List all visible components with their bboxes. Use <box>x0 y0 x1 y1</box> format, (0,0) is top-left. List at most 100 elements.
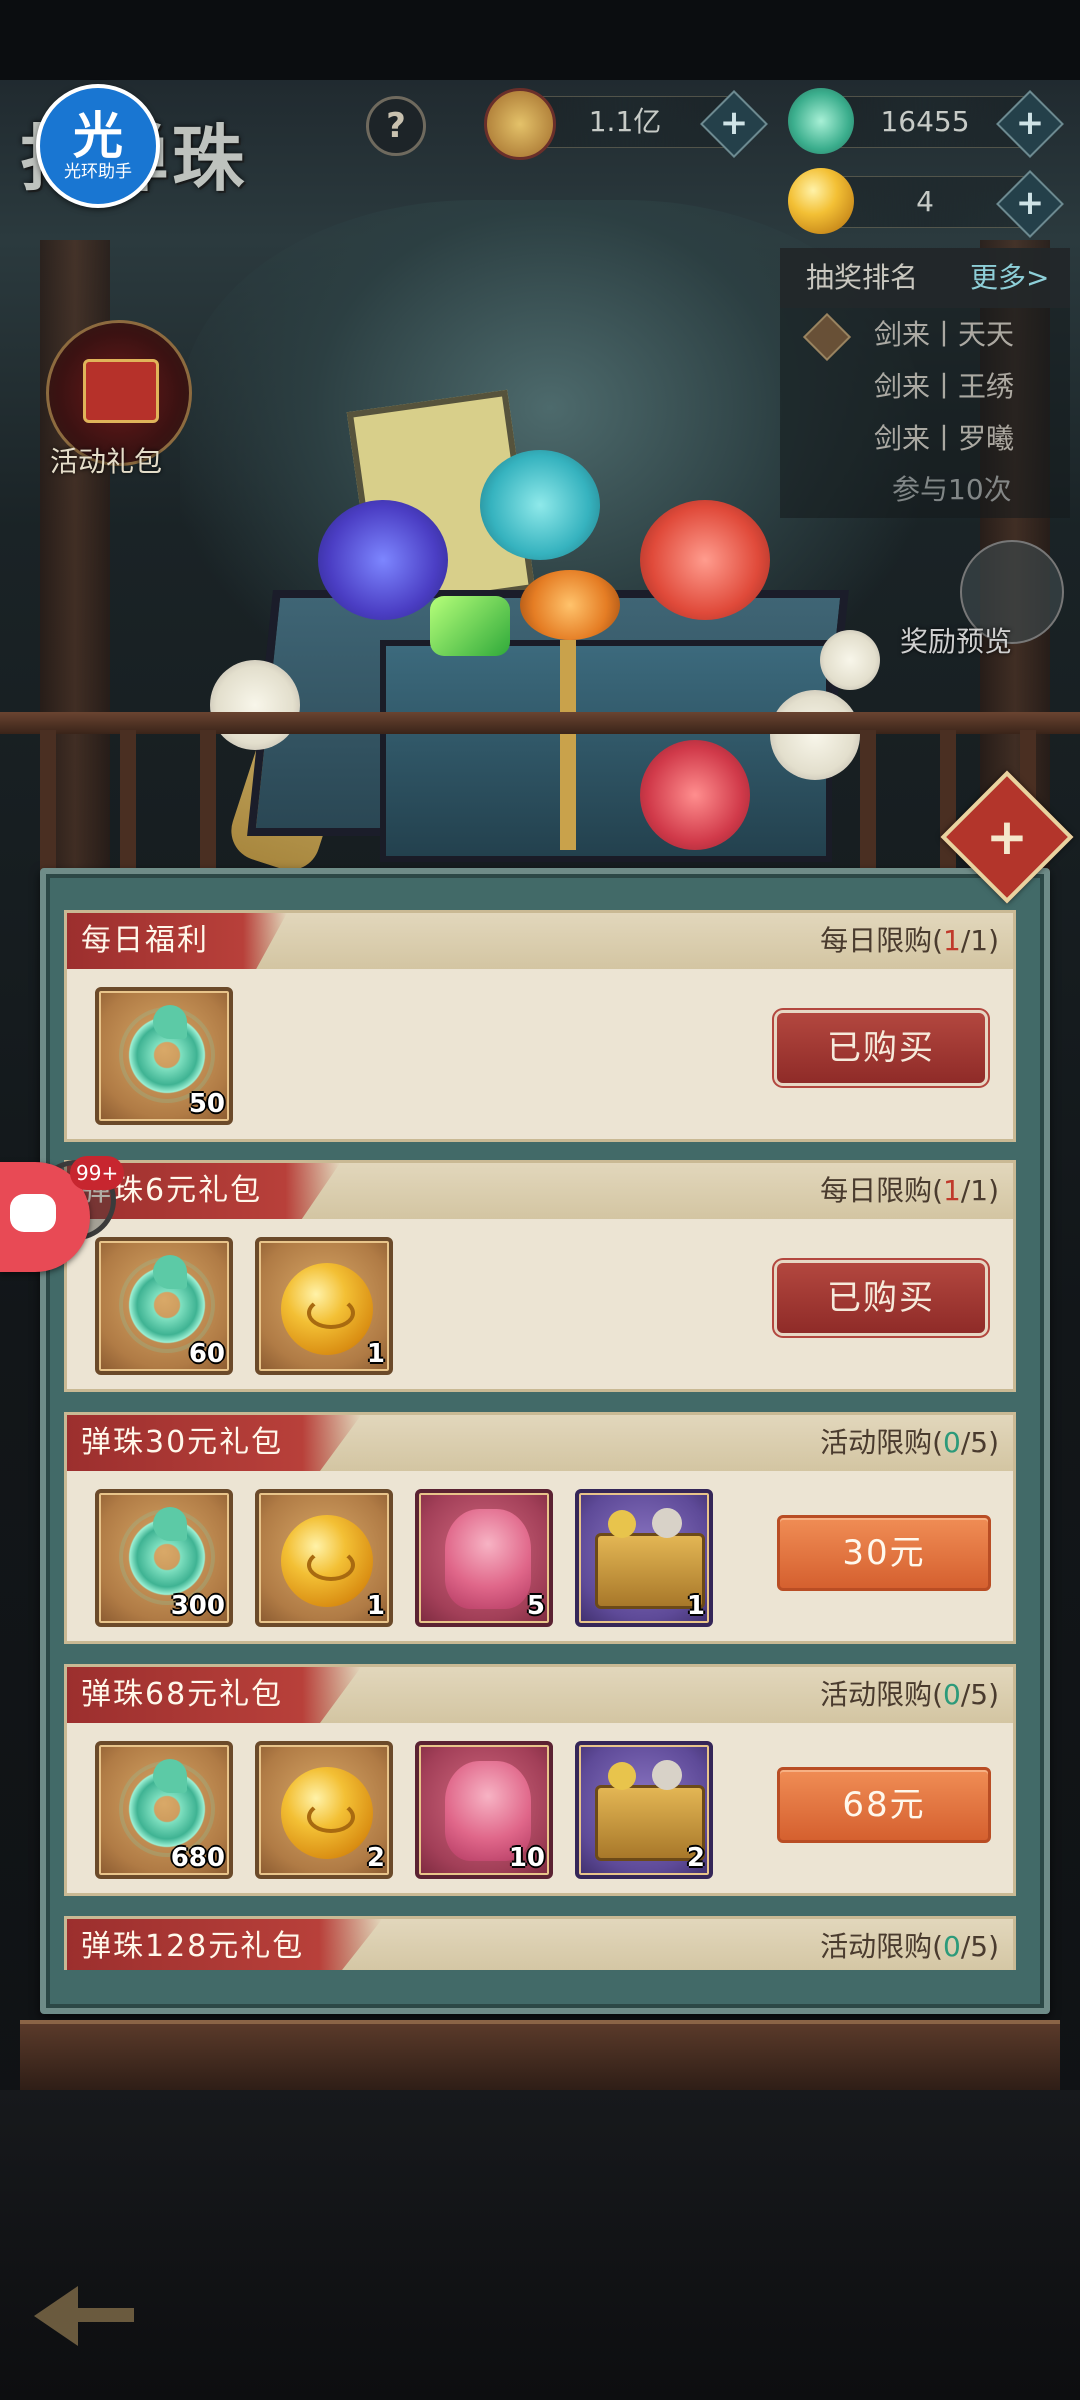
jade-currency-icon <box>788 88 854 154</box>
assistant-logo[interactable]: 光 光环助手 <box>36 84 160 208</box>
purchase-limit: 每日限购(1/1) <box>820 1174 999 1207</box>
ranking-row: 剑来丨罗曦 <box>780 414 1070 464</box>
ranking-more-link[interactable]: 更多> <box>970 248 1049 308</box>
jade-value: 16455 <box>880 105 970 138</box>
purchased-button[interactable]: 已购买 <box>777 1263 985 1333</box>
purchase-limit: 每日限购(1/1) <box>820 924 999 957</box>
purchased-button[interactable]: 已购买 <box>777 1013 985 1083</box>
item-quantity: 2 <box>686 1843 705 1873</box>
pack-title: 弹珠128元礼包 <box>67 1919 383 1970</box>
rank-medal-icon <box>802 312 852 362</box>
status-bar <box>0 0 1080 80</box>
logo-text: 光环助手 <box>64 162 132 182</box>
jade-dragon-icon <box>123 1759 211 1853</box>
gift-pack-card: 弹珠30元礼包 活动限购(0/5) 300 1 5 1 30元 <box>64 1412 1016 1644</box>
white-flower <box>820 630 880 690</box>
reward-preview-label: 奖励预览 <box>900 625 1013 658</box>
rail-post <box>200 730 216 880</box>
red-beast-jade <box>640 500 770 620</box>
item-quantity: 10 <box>508 1843 545 1873</box>
pack-header: 弹珠128元礼包 活动限购(0/5) <box>67 1919 1013 1970</box>
gold-orb-icon <box>281 1767 373 1859</box>
ranking-name: 剑来丨王绣 <box>874 370 1015 403</box>
plus-icon: + <box>1015 183 1045 223</box>
coin-icon <box>484 88 556 160</box>
item-quantity: 680 <box>170 1843 225 1873</box>
item-quantity: 5 <box>526 1591 545 1621</box>
ranking-row: 剑来丨天天 <box>780 310 1070 362</box>
gold-orb-icon <box>788 168 854 234</box>
wooden-railing <box>0 700 1080 880</box>
coin-value: 1.1亿 <box>588 105 662 138</box>
item-slot[interactable]: 2 <box>255 1741 393 1879</box>
pack-title: 弹珠68元礼包 <box>67 1667 362 1723</box>
item-quantity: 300 <box>170 1591 225 1621</box>
purchase-limit: 活动限购(0/5) <box>820 1426 999 1459</box>
buy-button[interactable]: 68元 <box>777 1767 991 1843</box>
pack-header: 每日福利 每日限购(1/1) <box>67 913 1013 969</box>
jade-dragon-icon <box>123 1005 211 1099</box>
item-quantity: 1 <box>686 1591 705 1621</box>
rail-post <box>40 730 56 880</box>
ranking-footer: 参与10次 <box>892 473 1012 506</box>
rail-post <box>940 730 956 880</box>
item-quantity: 2 <box>366 1843 385 1873</box>
back-button[interactable] <box>20 2280 134 2350</box>
gift-pack-card: 弹珠68元礼包 活动限购(0/5) 680 2 10 2 68元 <box>64 1664 1016 1896</box>
blue-beast-jade <box>318 500 448 620</box>
gold-orb-icon <box>281 1263 373 1355</box>
gamepad-icon <box>10 1194 56 1232</box>
purchase-limit: 活动限购(0/5) <box>820 1930 999 1963</box>
plus-icon: + <box>719 103 749 143</box>
close-icon: + <box>986 808 1028 866</box>
pack-header: 弹珠30元礼包 活动限购(0/5) <box>67 1415 1013 1471</box>
green-gem <box>430 596 510 656</box>
item-slot[interactable]: 5 <box>415 1489 553 1627</box>
item-quantity: 50 <box>188 1089 225 1119</box>
item-slot[interactable]: 1 <box>255 1237 393 1375</box>
ranking-header: 抽奖排名 更多> <box>780 248 1070 308</box>
gift-box-icon <box>83 359 159 423</box>
item-slot[interactable]: 300 <box>95 1489 233 1627</box>
ranking-name: 剑来丨罗曦 <box>874 422 1015 455</box>
item-slot[interactable]: 60 <box>95 1237 233 1375</box>
gift-pack-card: 每日福利 每日限购(1/1) 50 已购买 <box>64 910 1016 1142</box>
pink-beast-icon <box>445 1509 531 1609</box>
rail-top <box>0 712 1080 734</box>
buy-button[interactable]: 30元 <box>777 1515 991 1591</box>
item-slot[interactable]: 2 <box>575 1741 713 1879</box>
jade-dragon-icon <box>123 1255 211 1349</box>
logo-glyph: 光 <box>73 107 123 165</box>
ranking-name: 剑来丨天天 <box>874 318 1015 351</box>
help-button[interactable]: ? <box>366 96 426 156</box>
jade-dragon-icon <box>123 1507 211 1601</box>
pack-title: 每日福利 <box>67 913 287 969</box>
item-quantity: 1 <box>366 1339 385 1369</box>
item-slot[interactable]: 50 <box>95 987 233 1125</box>
gift-pack-card: 弹珠6元礼包 每日限购(1/1) 60 1 已购买 <box>64 1160 1016 1392</box>
notification-badge: 99+ <box>70 1156 125 1190</box>
gold-orb-value: 4 <box>916 185 934 218</box>
item-slot[interactable]: 1 <box>255 1489 393 1627</box>
item-slot[interactable]: 1 <box>575 1489 713 1627</box>
gold-orb-icon <box>281 1515 373 1607</box>
orange-beast-jade <box>520 570 620 640</box>
gift-pack-card: 弹珠128元礼包 活动限购(0/5) <box>64 1916 1016 1970</box>
ranking-title: 抽奖排名 <box>806 261 919 294</box>
question-icon: ? <box>386 106 406 146</box>
cyan-beast-jade <box>480 450 600 560</box>
item-slot[interactable]: 10 <box>415 1741 553 1879</box>
bottom-frame <box>20 2020 1060 2094</box>
rail-post <box>860 730 876 880</box>
arrow-left-icon <box>34 2286 78 2346</box>
arrow-shaft <box>74 2308 134 2322</box>
pack-header: 弹珠68元礼包 活动限购(0/5) <box>67 1667 1013 1723</box>
pack-header: 弹珠6元礼包 每日限购(1/1) <box>67 1163 1013 1219</box>
plus-icon: + <box>1015 103 1045 143</box>
item-quantity: 60 <box>188 1339 225 1369</box>
gift-pack-list[interactable]: 每日福利 每日限购(1/1) 50 已购买 弹珠6元礼包 每日限购(1/1) 6… <box>64 910 1016 1970</box>
item-slot[interactable]: 680 <box>95 1741 233 1879</box>
rail-post <box>120 730 136 880</box>
activity-gift-label: 活动礼包 <box>50 445 163 478</box>
ranking-row: 剑来丨王绣 <box>780 362 1070 412</box>
